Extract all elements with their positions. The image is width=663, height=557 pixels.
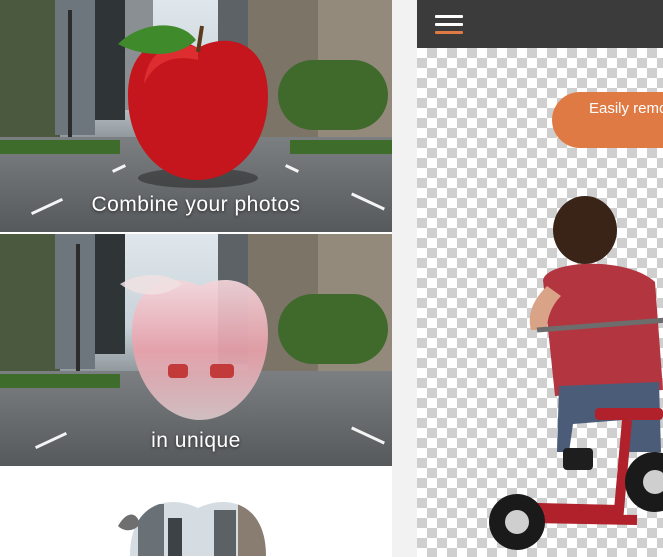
apple-shaped-photo-cutout bbox=[118, 501, 266, 556]
median-grass bbox=[0, 140, 120, 154]
boy-on-tricycle-cutout bbox=[489, 196, 663, 550]
slide-in-unique: in unique bbox=[0, 234, 392, 466]
right-screenshot-panel: Easily remo bbox=[417, 0, 663, 557]
street-lamp bbox=[68, 10, 72, 140]
tree-cluster bbox=[278, 294, 388, 364]
building bbox=[55, 0, 95, 135]
building bbox=[55, 234, 95, 369]
slide-combine-photos: Combine your photos bbox=[0, 0, 392, 232]
app-topbar bbox=[417, 0, 663, 48]
feature-banner-text: Easily remo bbox=[589, 100, 663, 117]
slide-partial bbox=[0, 466, 392, 557]
slide-caption: in unique bbox=[151, 429, 241, 452]
hamburger-menu-icon[interactable] bbox=[435, 15, 465, 35]
red-apple-image bbox=[118, 25, 268, 188]
tree-cluster bbox=[278, 60, 388, 130]
feature-banner: Easily remo bbox=[552, 92, 663, 148]
left-screenshot-panel: Combine your photos in unique bbox=[0, 0, 392, 557]
street-lamp bbox=[76, 244, 80, 374]
median-grass bbox=[0, 374, 120, 388]
slide-caption: Combine your photos bbox=[91, 193, 301, 216]
tree-cluster bbox=[0, 0, 60, 150]
median-grass bbox=[290, 140, 392, 154]
tree-cluster bbox=[0, 234, 60, 384]
apple-shaped-photo-blend bbox=[120, 275, 268, 420]
